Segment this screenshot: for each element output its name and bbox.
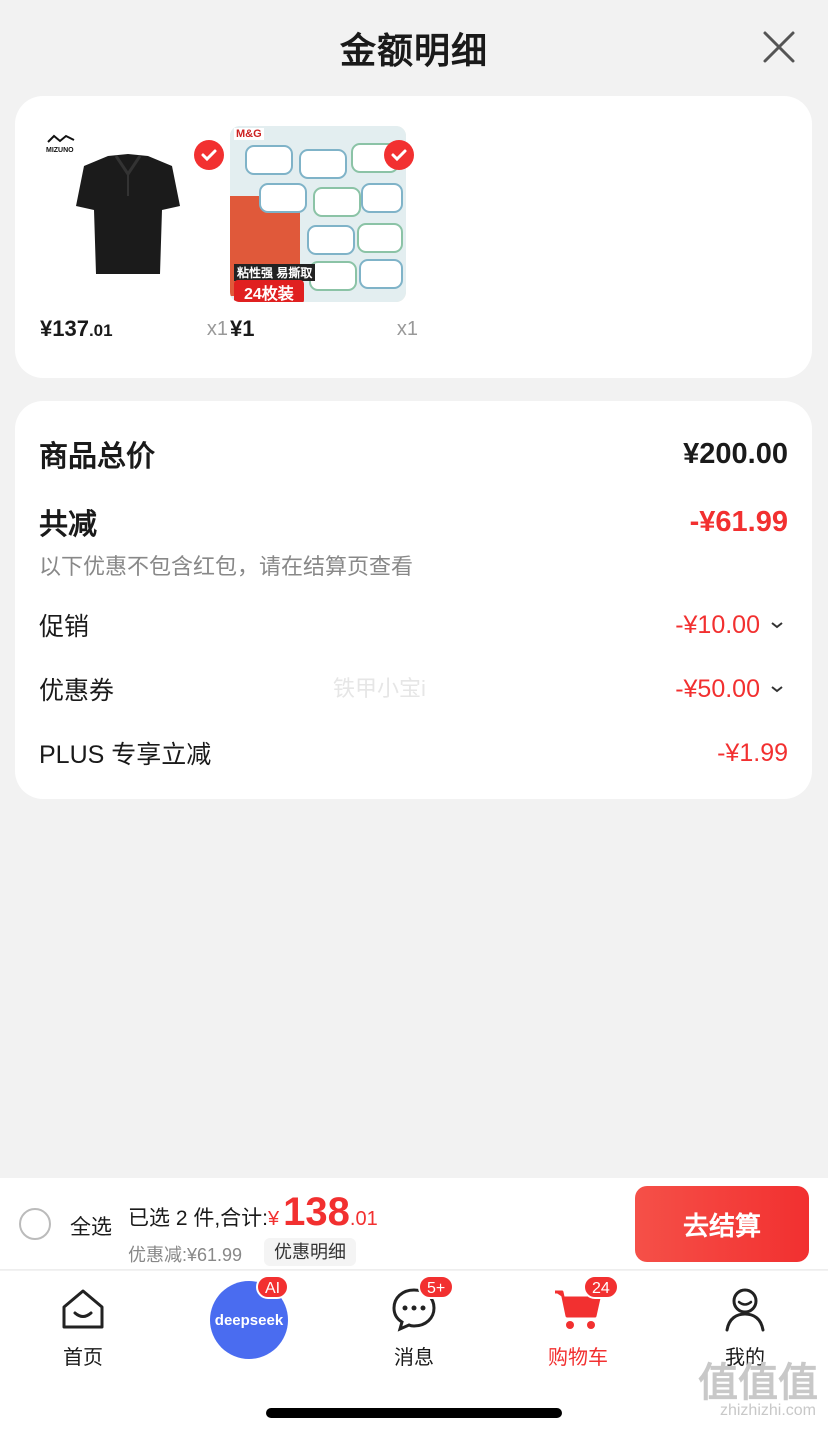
coupon-row[interactable]: 优惠券 -¥50.00 xyxy=(39,671,788,707)
close-button[interactable] xyxy=(760,28,798,66)
selected-summary: 已选 2 件,合计: ¥ 138 .01 xyxy=(128,1190,378,1234)
product-quantity: x1 xyxy=(206,318,228,340)
plus-discount-row: PLUS 专享立减 -¥1.99 xyxy=(39,735,788,771)
reduction-value: -¥61.99 xyxy=(689,505,788,538)
product-image[interactable]: MIZUNO xyxy=(40,126,216,302)
total-price-row: 商品总价 ¥200.00 xyxy=(39,433,788,475)
checkout-button[interactable]: 去结算 xyxy=(635,1186,809,1262)
reduction-note: 以下优惠不包含红包，请在结算页查看 xyxy=(39,554,414,579)
page-title: 金额明细 xyxy=(339,30,488,71)
profile-icon xyxy=(725,1288,765,1332)
close-icon xyxy=(763,31,795,63)
select-all-radio[interactable] xyxy=(19,1208,51,1240)
home-icon xyxy=(62,1289,104,1329)
ai-badge: AI xyxy=(256,1275,290,1299)
promotion-row[interactable]: 促销 -¥10.00 xyxy=(39,607,788,643)
tab-label: 购物车 xyxy=(548,1347,608,1369)
total-price-value: ¥200.00 xyxy=(683,437,788,470)
plus-discount-label: PLUS 专享立减 xyxy=(39,741,212,769)
message-badge: 5+ xyxy=(418,1275,455,1299)
coupon-value: -¥50.00 xyxy=(675,675,788,704)
product-item[interactable]: M&G 粘性强 易撕取 24枚装 ¥1 x1 xyxy=(230,126,418,341)
product-price: ¥1 xyxy=(230,316,255,341)
promotion-value: -¥10.00 xyxy=(675,611,788,640)
deepseek-icon: deepseek xyxy=(214,1311,284,1329)
tab-home[interactable]: 首页 xyxy=(23,1283,143,1370)
select-all-label[interactable]: 全选 xyxy=(70,1211,112,1241)
site-url: zhizhizhi.com xyxy=(719,1402,816,1419)
selected-check-icon[interactable] xyxy=(384,140,414,170)
product-item[interactable]: MIZUNO ¥137.01 x1 xyxy=(40,126,228,341)
promo-badge: 24枚装 xyxy=(234,280,304,302)
header: 金额明细 xyxy=(0,0,828,96)
checkout-bar: 全选 已选 2 件,合计: ¥ 138 .01 优惠减:¥61.99 优惠明细 … xyxy=(0,1178,828,1270)
product-quantity: x1 xyxy=(396,318,418,340)
reduction-label: 共减 xyxy=(39,509,98,541)
discount-detail-button[interactable]: 优惠明细 xyxy=(264,1238,356,1266)
home-indicator xyxy=(266,1408,562,1418)
discount-summary: 优惠减:¥61.99 xyxy=(128,1245,243,1265)
tab-label: 首页 xyxy=(63,1347,103,1369)
tab-label: 消息 xyxy=(394,1347,434,1369)
total-price-label: 商品总价 xyxy=(39,441,156,473)
plus-discount-value: -¥1.99 xyxy=(717,738,788,767)
chevron-down-icon xyxy=(771,622,783,629)
product-image[interactable]: M&G 粘性强 易撕取 24枚装 xyxy=(230,126,406,302)
promo-text: 粘性强 易撕取 xyxy=(234,264,316,281)
coupon-label: 优惠券 xyxy=(39,677,115,705)
chevron-down-icon xyxy=(771,686,783,693)
tab-cart[interactable]: 购物车 xyxy=(518,1283,638,1370)
site-watermark: 值值值 xyxy=(698,1361,818,1405)
price-summary-card: 商品总价 ¥200.00 共减 -¥61.99 以下优惠不包含红包，请在结算页查… xyxy=(15,401,812,799)
reduction-row: 共减 -¥61.99 xyxy=(39,501,788,543)
promotion-label: 促销 xyxy=(39,613,90,641)
selected-check-icon[interactable] xyxy=(194,140,224,170)
total-amount: 138 xyxy=(283,1190,350,1234)
brand-logo: M&G xyxy=(234,128,264,140)
tab-messages[interactable]: 消息 xyxy=(354,1283,474,1370)
product-price: ¥137.01 xyxy=(40,316,113,341)
products-card: MIZUNO ¥137.01 x1 M&G 粘性强 易撕取 24枚装 ¥1 x1 xyxy=(15,96,812,378)
cart-badge: 24 xyxy=(583,1275,619,1299)
polo-shirt-image xyxy=(76,154,180,274)
